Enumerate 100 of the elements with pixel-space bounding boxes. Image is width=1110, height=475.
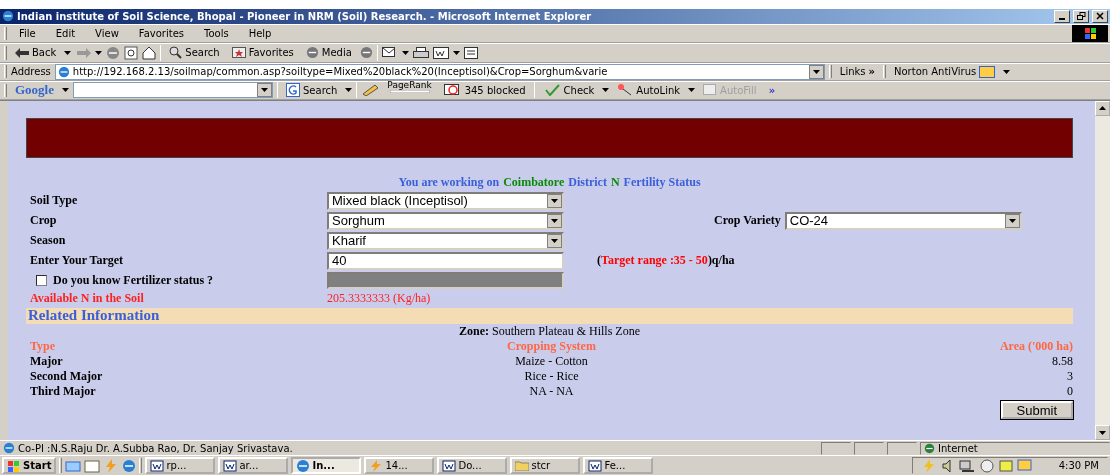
dropdown[interactable]: Kharif <box>327 231 564 250</box>
down-arrow-icon <box>1099 430 1106 435</box>
favorites-button[interactable]: Favorites <box>227 43 298 62</box>
field-label: Crop <box>30 213 58 229</box>
caret-icon[interactable] <box>551 238 558 243</box>
table-cell-text: NA - NA <box>528 383 575 399</box>
caret-icon[interactable] <box>401 50 409 55</box>
caret-icon[interactable] <box>95 50 103 55</box>
norton-antivirus-button[interactable]: Norton AntiVirus <box>890 62 1000 81</box>
menu-item[interactable]: Help <box>240 27 280 39</box>
home-icon[interactable] <box>142 45 157 60</box>
target-input[interactable]: 40 <box>327 251 564 270</box>
search-icon <box>169 46 183 60</box>
scrollbar[interactable] <box>1095 100 1110 441</box>
caret-icon[interactable] <box>551 218 558 223</box>
table-cell-text: Major <box>30 353 64 369</box>
more-button[interactable]: » <box>764 81 780 100</box>
spell-check-button[interactable]: Check <box>538 81 599 100</box>
restore-button[interactable] <box>1073 9 1089 23</box>
restore-icon <box>1076 12 1086 21</box>
document-icon <box>588 459 603 472</box>
zone-label: Internet <box>938 442 978 454</box>
taskbar-button[interactable]: Fe... <box>583 457 654 475</box>
caret-icon[interactable] <box>62 88 69 93</box>
taskbar-button[interactable]: stcr <box>510 457 581 475</box>
computer-icon[interactable] <box>958 458 975 473</box>
taskbar-button[interactable]: rp... <box>145 457 216 475</box>
status-text: Co-PI :N.S.Raju Dr. A.Subba Rao, Dr. Sanjay Srivastava. <box>18 442 294 454</box>
scroll-down-button[interactable] <box>1095 425 1110 441</box>
caret-icon[interactable] <box>261 88 268 93</box>
table-cell-text: Maize - Cotton <box>514 353 589 369</box>
document-icon <box>150 459 165 472</box>
document-icon <box>223 459 238 472</box>
links-button[interactable]: Links » <box>835 62 879 81</box>
close-button[interactable] <box>1092 9 1108 23</box>
menu-item[interactable]: Favorites <box>130 27 192 39</box>
lightning-icon <box>369 459 384 472</box>
table-cell-text: Third Major <box>30 383 97 399</box>
field-label: Season <box>30 233 67 249</box>
arrow-left-icon <box>15 47 29 58</box>
available-n-label: Available N in the Soil <box>30 290 145 306</box>
checkmark-icon <box>542 84 561 97</box>
available-n-value: 205.3333333 (Kg/ha) <box>327 290 432 306</box>
discuss-icon[interactable] <box>463 46 478 59</box>
caret-icon[interactable] <box>812 69 820 74</box>
caret-icon[interactable] <box>1003 69 1011 74</box>
checkbox-label: Do you know Fertilizer status ? <box>53 272 214 288</box>
printer-icon[interactable] <box>412 46 429 59</box>
field-label: Crop Variety <box>714 213 781 229</box>
checkbox[interactable] <box>36 274 47 286</box>
taskbar-button[interactable]: 14... <box>364 457 435 475</box>
start-button[interactable]: Start <box>2 457 57 475</box>
close-icon <box>1096 12 1104 21</box>
dropdown[interactable]: CO-24 <box>784 211 1022 230</box>
back-button[interactable]: Back <box>11 43 61 62</box>
mail-icon[interactable] <box>381 46 398 59</box>
wand-icon <box>617 84 634 97</box>
google-search-button[interactable]: Search <box>282 81 342 100</box>
refresh-icon[interactable] <box>124 45 139 60</box>
submit-button[interactable]: Submit <box>1000 400 1073 419</box>
menu-item[interactable]: View <box>87 27 127 39</box>
section-title: Related Information <box>27 307 160 325</box>
media-button[interactable]: Media <box>301 43 356 62</box>
caret-icon[interactable] <box>345 88 353 93</box>
autolink-button[interactable]: AutoLink <box>613 81 685 100</box>
minimize-button[interactable] <box>1054 9 1070 23</box>
windows-logo-icon <box>7 459 21 472</box>
taskbar-button[interactable]: ar... <box>218 457 289 475</box>
caret-icon[interactable] <box>551 198 558 203</box>
menu-item[interactable]: Edit <box>47 27 84 39</box>
table-cell-text: Rice - Rice <box>523 368 580 384</box>
dropdown[interactable]: Mixed black (Inceptisol) <box>327 191 564 210</box>
dropdown[interactable]: Sorghum <box>327 211 564 230</box>
pagerank-button[interactable]: PageRank <box>383 81 436 100</box>
highlighter-icon[interactable] <box>361 84 380 97</box>
taskbar-button[interactable]: Do... <box>437 457 508 475</box>
document-icon <box>442 459 457 472</box>
clock: 4:30 PM <box>1058 460 1099 472</box>
column-header: Type <box>30 338 57 354</box>
page-heading: You are working on Coimbatore District N Fertility Status <box>397 174 702 190</box>
taskbar-button[interactable]: In... <box>291 457 362 475</box>
address-field[interactable]: http://192.168.2.13/soilmap/common.asp?soiltype=Mixed%20black%20(Inceptisol)&Crop=Sorghum&varie <box>54 63 825 80</box>
popup-blocker-button[interactable]: 345 blocked <box>439 81 530 100</box>
column-header: Cropping System <box>506 338 597 354</box>
caret-icon[interactable] <box>1008 218 1016 223</box>
pagerank-meter <box>389 90 430 94</box>
menu-item[interactable]: Tools <box>196 27 237 39</box>
caret-icon[interactable] <box>602 88 610 93</box>
caret-icon[interactable] <box>64 50 72 55</box>
scroll-up-button[interactable] <box>1095 100 1110 116</box>
search-button[interactable]: Search <box>165 43 224 62</box>
windows-logo-icon <box>1072 24 1108 42</box>
edit-icon[interactable] <box>432 46 449 59</box>
folder-icon <box>515 460 530 472</box>
google-search-field[interactable] <box>73 82 273 99</box>
caret-icon[interactable] <box>688 88 696 93</box>
table-cell-text: 3 <box>1066 368 1073 384</box>
caret-icon[interactable] <box>452 50 460 55</box>
menu-item[interactable]: File <box>11 27 44 39</box>
column-header: Area ('000 ha) <box>998 338 1073 354</box>
